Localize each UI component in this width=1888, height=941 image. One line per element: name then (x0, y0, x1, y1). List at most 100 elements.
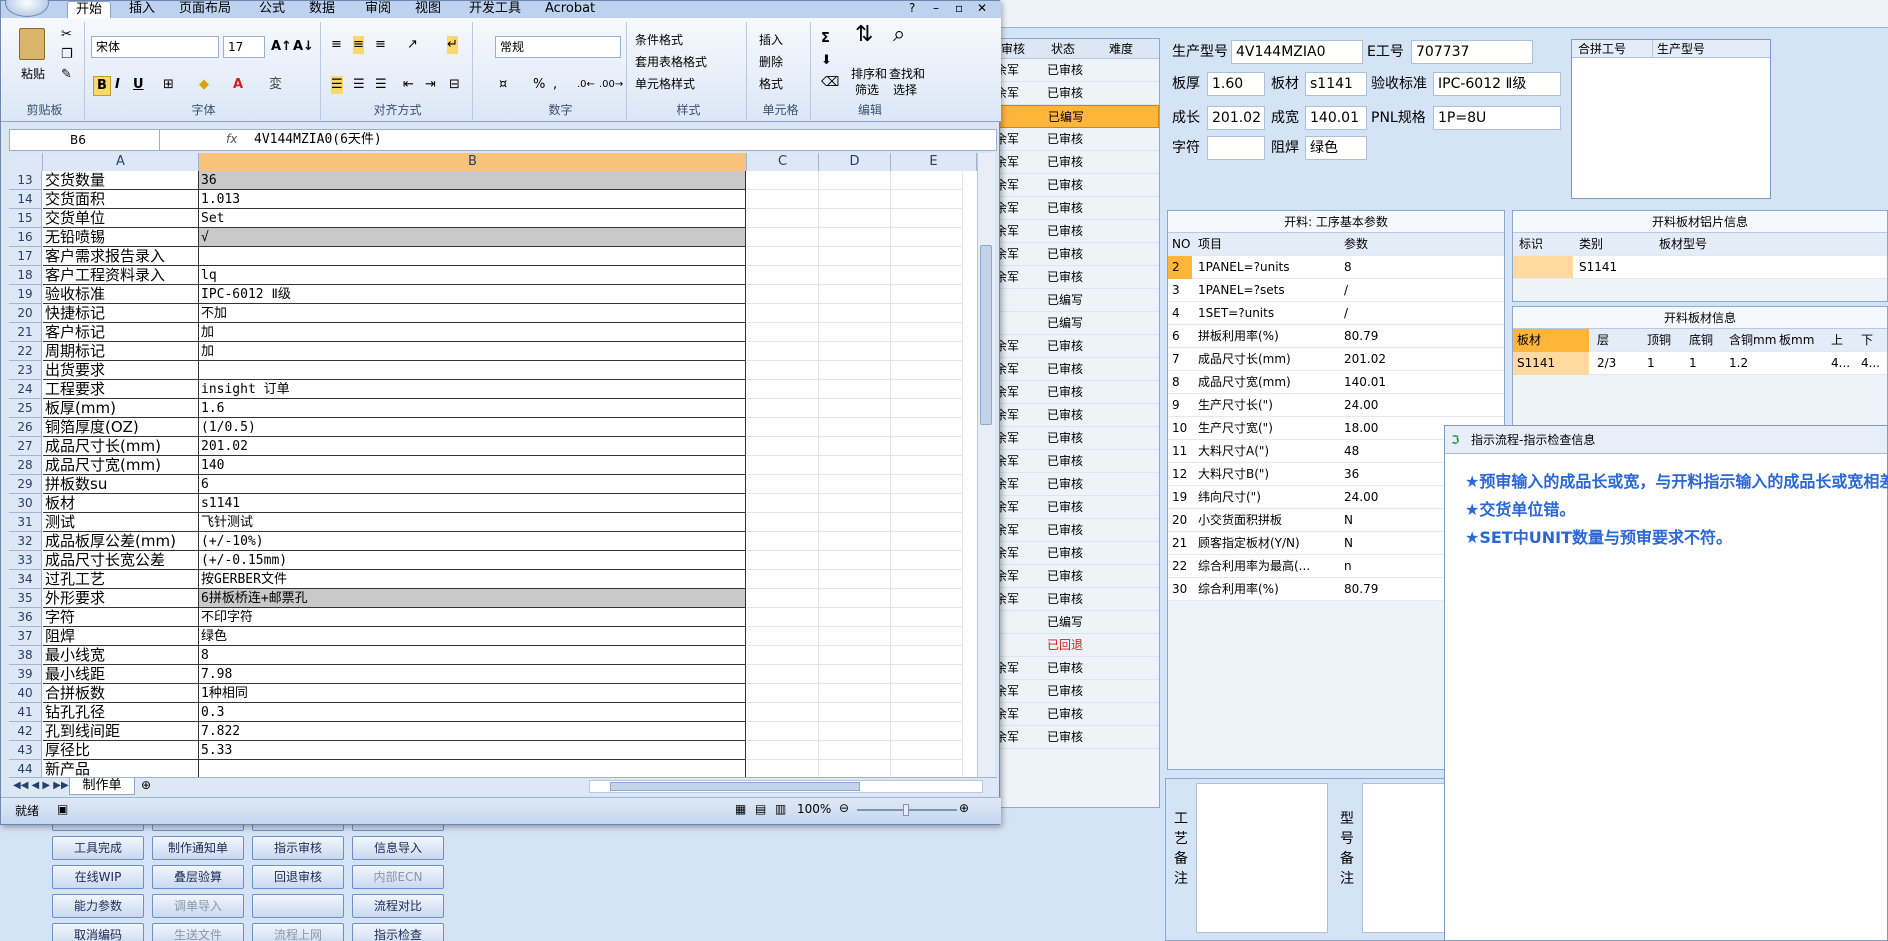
formula-input[interactable]: 4V144MZIA0(6天件) (254, 130, 382, 150)
cell-c[interactable] (747, 171, 819, 190)
cell-e[interactable] (891, 608, 963, 627)
row-header[interactable]: 15 (9, 209, 42, 228)
cell-a[interactable]: 验收标准 (43, 285, 199, 304)
action-button[interactable]: 回退审核 (252, 865, 344, 889)
align-right-icon[interactable]: ☰ (375, 76, 387, 94)
cell-c[interactable] (747, 551, 819, 570)
col-header-difficulty[interactable]: 难度 (1109, 39, 1133, 59)
help-icon[interactable]: ? (909, 1, 915, 15)
cell-c[interactable] (747, 494, 819, 513)
cell-a[interactable]: 阻焊 (43, 627, 199, 646)
params-row[interactable]: 2 1PANEL=?units 8 (1168, 256, 1504, 279)
bold-icon[interactable]: B (93, 76, 111, 96)
length-field[interactable]: 201.02 (1207, 106, 1265, 130)
cell-a[interactable]: 过孔工艺 (43, 570, 199, 589)
status-row[interactable]: 余军 已审核 (991, 82, 1159, 105)
sort-filter-label-1[interactable]: 排序和 (851, 66, 887, 82)
action-button[interactable]: 叠层验算 (152, 865, 244, 889)
cell-c[interactable] (747, 228, 819, 247)
cell-c[interactable] (747, 456, 819, 475)
cut-icon[interactable]: ✂ (61, 26, 72, 44)
cell-a[interactable]: 板材 (43, 494, 199, 513)
page-layout-icon[interactable]: ▤ (755, 802, 766, 816)
status-row[interactable]: 余军 已审核 (991, 128, 1159, 151)
status-row[interactable]: 余军 已审核 (991, 565, 1159, 588)
status-row[interactable]: 余军 已审核 (991, 381, 1159, 404)
cell-e[interactable] (891, 456, 963, 475)
cell-e[interactable] (891, 228, 963, 247)
action-button[interactable]: 流程上网 (252, 923, 344, 941)
cell-d[interactable] (819, 760, 891, 777)
cell-c[interactable] (747, 608, 819, 627)
status-row[interactable]: 余军 已审核 (991, 542, 1159, 565)
cell-e[interactable] (891, 665, 963, 684)
column-header-b[interactable]: B (199, 153, 747, 171)
action-button[interactable] (252, 894, 344, 918)
row-header[interactable]: 30 (9, 494, 42, 513)
cell-d[interactable] (819, 475, 891, 494)
params-row[interactable]: 6 拼板利用率(%) 80.79 (1168, 325, 1504, 348)
action-button[interactable]: 信息导入 (352, 836, 444, 860)
function-icon[interactable]: fx (226, 132, 237, 146)
paste-button[interactable]: 粘贴 (21, 66, 45, 82)
action-button[interactable]: 能力参数 (52, 894, 144, 918)
row-header[interactable]: 36 (9, 608, 42, 627)
comma-icon[interactable]: , (553, 76, 557, 94)
cell-a[interactable]: 出货要求 (43, 361, 199, 380)
cell-d[interactable] (819, 361, 891, 380)
minimize-icon[interactable]: – (933, 1, 939, 15)
cell-e[interactable] (891, 646, 963, 665)
ribbon-tab[interactable]: 公式 (251, 1, 293, 18)
cell-b[interactable]: 按GERBER文件 (199, 570, 746, 589)
cell-a[interactable]: 最小线宽 (43, 646, 199, 665)
cell-e[interactable] (891, 437, 963, 456)
cell-c[interactable] (747, 247, 819, 266)
cell-c[interactable] (747, 475, 819, 494)
zoom-level[interactable]: 100% (797, 802, 831, 816)
fill-icon[interactable]: ⬇ (821, 52, 832, 70)
status-row[interactable]: 余军 已审核 (991, 427, 1159, 450)
cell-d[interactable] (819, 589, 891, 608)
cell-b[interactable]: IPC-6012 Ⅱ级 (199, 285, 746, 304)
cell-c[interactable] (747, 285, 819, 304)
status-row[interactable]: 余军 已审核 (991, 243, 1159, 266)
normal-view-icon[interactable]: ▦ (735, 802, 746, 816)
cell-b[interactable]: 201.02 (199, 437, 746, 456)
align-bottom-icon[interactable]: ≡ (375, 36, 386, 54)
currency-icon[interactable]: ¤ (499, 76, 507, 94)
cell-b[interactable]: insight 订单 (199, 380, 746, 399)
row-header[interactable]: 23 (9, 361, 42, 380)
cell-d[interactable] (819, 285, 891, 304)
status-row[interactable]: 余军 已审核 (991, 703, 1159, 726)
cell-e[interactable] (891, 266, 963, 285)
cell-d[interactable] (819, 570, 891, 589)
cell-a[interactable]: 成品尺寸长宽公差 (43, 551, 199, 570)
status-row[interactable]: 余军 已审核 (991, 358, 1159, 381)
cell-e[interactable] (891, 532, 963, 551)
row-header[interactable]: 24 (9, 380, 42, 399)
row-header[interactable]: 38 (9, 646, 42, 665)
status-row[interactable]: 余军 已审核 (991, 680, 1159, 703)
row-header[interactable]: 14 (9, 190, 42, 209)
cell-d[interactable] (819, 171, 891, 190)
cell-b[interactable]: 6 (199, 475, 746, 494)
cell-d[interactable] (819, 399, 891, 418)
cell-d[interactable] (819, 703, 891, 722)
col-header-status[interactable]: 状态 (1051, 39, 1075, 59)
status-row[interactable]: 余军 已审核 (991, 335, 1159, 358)
zoom-in-icon[interactable]: ⊕ (959, 801, 969, 815)
select-all-corner[interactable] (9, 153, 43, 171)
cell-a[interactable]: 周期标记 (43, 342, 199, 361)
cell-a[interactable]: 厚径比 (43, 741, 199, 760)
cell-b[interactable]: 1种相同 (199, 684, 746, 703)
cell-a[interactable]: 钻孔孔径 (43, 703, 199, 722)
cell-a[interactable]: 无铅喷锡 (43, 228, 199, 247)
action-button[interactable]: 指示审核 (252, 836, 344, 860)
cell-b[interactable]: Set (199, 209, 746, 228)
copy-icon[interactable]: ❐ (61, 46, 73, 64)
cell-e[interactable] (891, 285, 963, 304)
cell-c[interactable] (747, 570, 819, 589)
cell-b[interactable]: 0.3 (199, 703, 746, 722)
cell-b[interactable]: 5.33 (199, 741, 746, 760)
cell-c[interactable] (747, 209, 819, 228)
